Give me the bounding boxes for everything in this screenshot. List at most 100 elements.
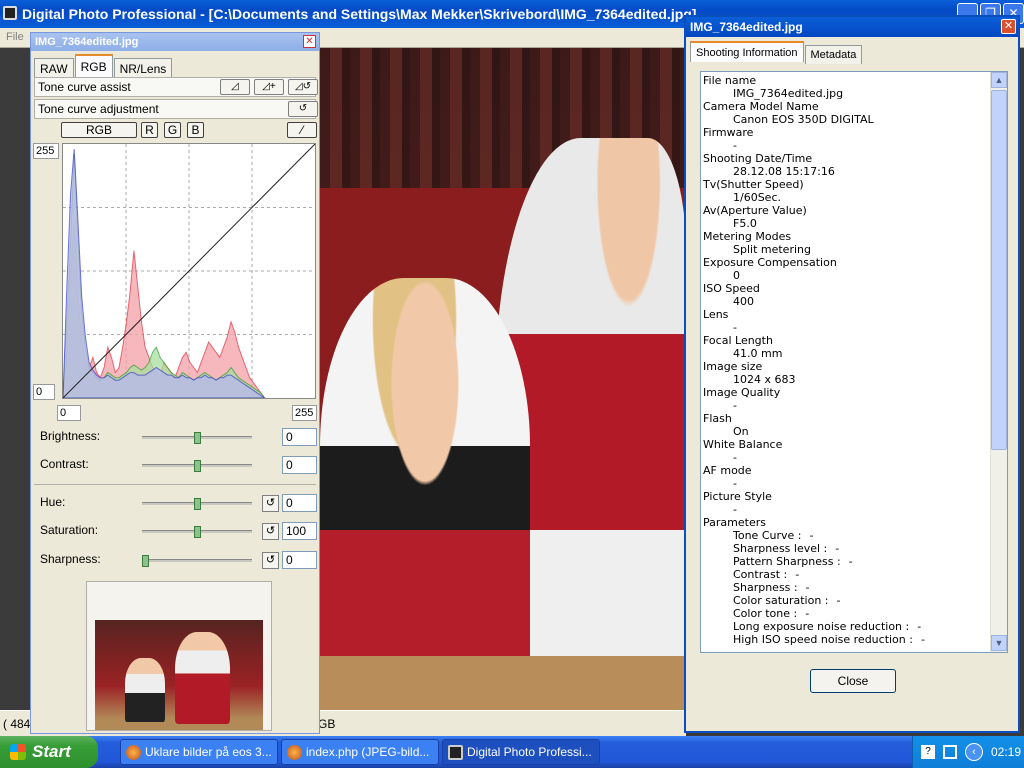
firefox-icon bbox=[126, 745, 141, 760]
hue-slider[interactable] bbox=[142, 498, 252, 510]
eyedropper-icon[interactable]: ⁄ bbox=[287, 122, 317, 138]
contrast-slider[interactable] bbox=[142, 460, 252, 472]
tab-metadata[interactable]: Metadata bbox=[804, 45, 863, 64]
tab-shooting-information[interactable]: Shooting Information bbox=[690, 41, 804, 62]
info-title-bar[interactable]: IMG_7364edited.jpg ✕ bbox=[686, 17, 1018, 37]
thumb-boy bbox=[125, 658, 165, 722]
parameter-label: Long exposure noise reduction : bbox=[733, 620, 910, 633]
info-label: Flash bbox=[703, 412, 732, 425]
photo-boy bbox=[320, 278, 530, 698]
sharpness-label: Sharpness: bbox=[40, 552, 101, 566]
hue-value-input[interactable]: 0 bbox=[282, 494, 317, 512]
hue-reset-icon[interactable]: ↺ bbox=[262, 495, 279, 512]
parameter-row: Pattern Sharpness :- bbox=[703, 555, 993, 568]
photo-preview[interactable] bbox=[320, 48, 686, 710]
tone-curve-svg[interactable] bbox=[62, 143, 316, 399]
channel-rgb-button[interactable]: RGB bbox=[61, 122, 137, 138]
shooting-info-dialog: IMG_7364edited.jpg ✕ Shooting Informatio… bbox=[684, 15, 1020, 733]
parameter-row: Long exposure noise reduction :- bbox=[703, 620, 993, 633]
sharpness-value-input[interactable]: 0 bbox=[282, 551, 317, 569]
info-label: Picture Style bbox=[703, 490, 772, 503]
info-label: White Balance bbox=[703, 438, 783, 451]
info-label: ISO Speed bbox=[703, 282, 760, 295]
photo-table bbox=[320, 656, 686, 710]
help-icon[interactable]: ? bbox=[921, 745, 935, 759]
curve-assist-plus-icon[interactable]: ◿+ bbox=[254, 79, 284, 95]
info-list-box[interactable]: File name IMG_7364edited.jpg Camera Model … bbox=[700, 71, 1008, 653]
hue-slider-thumb[interactable] bbox=[193, 498, 201, 510]
tray-arrow-icon[interactable]: ‹ bbox=[965, 743, 983, 761]
scroll-thumb[interactable] bbox=[991, 90, 1007, 450]
parameter-label: Sharpness : bbox=[733, 581, 798, 594]
tab-rgb[interactable]: RGB bbox=[74, 54, 113, 77]
info-title: IMG_7364edited.jpg bbox=[690, 20, 803, 34]
curve-assist-reset-icon[interactable]: ◿↺ bbox=[288, 79, 318, 95]
info-close-icon[interactable]: ✕ bbox=[1001, 19, 1016, 34]
tab-raw[interactable]: RAW bbox=[34, 58, 74, 79]
palette-close-icon[interactable]: ✕ bbox=[303, 35, 316, 48]
brightness-value-input[interactable]: 0 bbox=[282, 428, 317, 446]
tone-curve-adjustment-label: Tone curve adjustment bbox=[38, 102, 159, 116]
status-coordinates: ( 484 bbox=[3, 717, 31, 731]
info-value: Canon EOS 350D DIGITAL bbox=[733, 113, 874, 126]
info-value: IMG_7364edited.jpg bbox=[733, 87, 844, 100]
channel-g-button[interactable]: G bbox=[164, 122, 181, 138]
navigator-thumbnail[interactable] bbox=[95, 620, 263, 730]
menu-file[interactable]: File bbox=[6, 31, 24, 43]
palette-tabs: RAW RGB NR/Lens bbox=[34, 54, 173, 79]
parameter-label: Color saturation : bbox=[733, 594, 829, 607]
channel-b-button[interactable]: B bbox=[187, 122, 204, 138]
saturation-slider-thumb[interactable] bbox=[193, 526, 201, 538]
saturation-slider[interactable] bbox=[142, 526, 252, 538]
curve-x-min-input[interactable]: 0 bbox=[57, 405, 81, 421]
scroll-down-icon[interactable]: ▼ bbox=[991, 635, 1007, 651]
brightness-slider-thumb[interactable] bbox=[193, 432, 201, 444]
contrast-value-input[interactable]: 0 bbox=[282, 456, 317, 474]
tone-curve-graph[interactable] bbox=[62, 143, 316, 399]
sharpness-slider-thumb[interactable] bbox=[142, 555, 149, 567]
info-scrollbar[interactable]: ▲ ▼ bbox=[990, 72, 1007, 652]
close-button[interactable]: Close bbox=[810, 669, 896, 693]
windows-flag-icon bbox=[10, 744, 26, 760]
contrast-slider-thumb[interactable] bbox=[193, 460, 201, 472]
taskbar-item-firefox-index[interactable]: index.php (JPEG-bild... bbox=[281, 739, 439, 765]
parameter-row: Tone Curve :- bbox=[703, 529, 993, 542]
info-value: F5.0 bbox=[733, 217, 757, 230]
parameter-label: Tone Curve : bbox=[733, 529, 802, 542]
contrast-label: Contrast: bbox=[40, 457, 89, 471]
sharpness-reset-icon[interactable]: ↺ bbox=[262, 552, 279, 569]
start-button[interactable]: Start bbox=[0, 736, 98, 768]
tool-palette: IMG_7364edited.jpg ✕ RAW RGB NR/Lens Tone … bbox=[30, 32, 320, 734]
tone-curve-adjustment-row: Tone curve adjustment ↺ bbox=[34, 99, 318, 119]
sharpness-slider[interactable] bbox=[142, 555, 252, 567]
info-label: Shooting Date/Time bbox=[703, 152, 813, 165]
saturation-reset-icon[interactable]: ↺ bbox=[262, 523, 279, 540]
info-label: Exposure Compensation bbox=[703, 256, 837, 269]
info-list: File name IMG_7364edited.jpg Camera Model … bbox=[703, 74, 993, 646]
taskbar-item-firefox-forum[interactable]: Uklare bilder på eos 3... bbox=[120, 739, 278, 765]
status-color-mode: GB bbox=[318, 717, 336, 731]
brightness-slider[interactable] bbox=[142, 432, 252, 444]
start-label: Start bbox=[32, 742, 71, 761]
info-value: 400 bbox=[733, 295, 754, 308]
parameter-row: Color saturation :- bbox=[703, 594, 993, 607]
saturation-value-input[interactable]: 100 bbox=[282, 522, 317, 540]
parameter-value: - bbox=[920, 633, 925, 646]
network-icon[interactable] bbox=[943, 745, 957, 759]
curve-reset-icon[interactable]: ↺ bbox=[288, 101, 318, 117]
info-value: On bbox=[733, 425, 749, 438]
info-value: 1024 x 683 bbox=[733, 373, 796, 386]
taskbar: Start Uklare bilder på eos 3... index.ph… bbox=[0, 736, 1024, 768]
parameter-value: - bbox=[848, 555, 853, 568]
scroll-up-icon[interactable]: ▲ bbox=[991, 72, 1007, 88]
info-label: Av(Aperture Value) bbox=[703, 204, 807, 217]
palette-title-bar[interactable]: IMG_7364edited.jpg ✕ bbox=[31, 33, 319, 51]
curve-y-max-label: 255 bbox=[33, 143, 59, 159]
taskbar-item-dpp[interactable]: Digital Photo Professi... bbox=[442, 739, 600, 765]
curve-x-max-input[interactable]: 255 bbox=[292, 405, 317, 421]
tab-nr-lens[interactable]: NR/Lens bbox=[113, 58, 173, 79]
info-label: Camera Model Name bbox=[703, 100, 819, 113]
linear-curve-icon[interactable]: ◿ bbox=[220, 79, 250, 95]
channel-r-button[interactable]: R bbox=[141, 122, 158, 138]
info-value: 41.0 mm bbox=[733, 347, 783, 360]
